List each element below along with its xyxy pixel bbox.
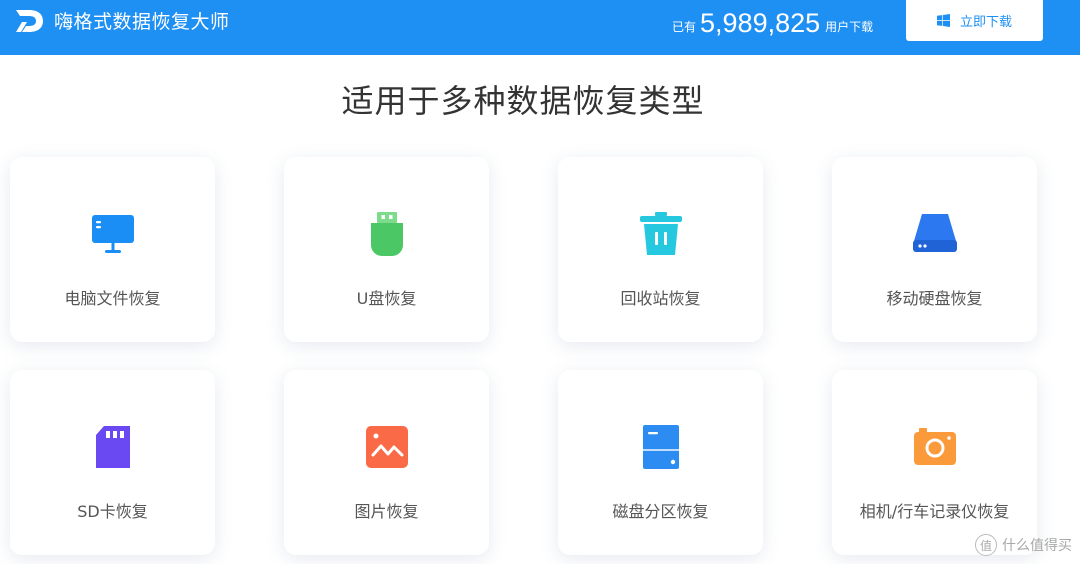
card-external-drive-recovery[interactable]: 移动硬盘恢复 bbox=[832, 157, 1037, 342]
windows-icon bbox=[936, 14, 950, 27]
card-label: U盘恢复 bbox=[356, 289, 417, 308]
watermark-text: 什么值得买 bbox=[1002, 538, 1072, 554]
card-recycle-bin-recovery[interactable]: 回收站恢复 bbox=[558, 157, 763, 342]
card-usb-recovery[interactable]: U盘恢复 bbox=[284, 157, 489, 342]
sd-card-icon bbox=[96, 426, 130, 468]
page-title: 适用于多种数据恢复类型 bbox=[341, 82, 705, 120]
download-number: 5,989,825 bbox=[700, 8, 821, 38]
download-count: 已有 5,989,825 用户下载 bbox=[672, 4, 873, 38]
card-label: 移动硬盘恢复 bbox=[886, 289, 983, 308]
card-label: 磁盘分区恢复 bbox=[612, 502, 709, 521]
camera-icon bbox=[914, 428, 956, 465]
watermark: 值 什么值得买 bbox=[975, 534, 1072, 556]
monitor-icon bbox=[92, 215, 134, 253]
usb-drive-icon bbox=[371, 212, 403, 256]
card-sd-card-recovery[interactable]: SD卡恢复 bbox=[10, 370, 215, 555]
watermark-badge: 值 bbox=[975, 534, 997, 556]
card-disk-partition-recovery[interactable]: 磁盘分区恢复 bbox=[558, 370, 763, 555]
card-pc-file-recovery[interactable]: 电脑文件恢复 bbox=[10, 157, 215, 342]
card-label: 回收站恢复 bbox=[620, 289, 701, 308]
brand-name: 嗨格式数据恢复大师 bbox=[54, 11, 230, 33]
download-prefix: 已有 bbox=[672, 20, 697, 34]
top-bar: 嗨格式数据恢复大师 已有 5,989,825 用户下载 立即下载 bbox=[0, 0, 1080, 55]
download-button-label: 立即下载 bbox=[959, 15, 1012, 30]
hard-drive-icon bbox=[913, 214, 957, 252]
card-label: 图片恢复 bbox=[354, 502, 419, 521]
card-label: SD卡恢复 bbox=[77, 502, 148, 521]
card-image-recovery[interactable]: 图片恢复 bbox=[284, 370, 489, 555]
download-now-button[interactable]: 立即下载 bbox=[906, 0, 1043, 41]
card-camera-dashcam-recovery[interactable]: 相机/行车记录仪恢复 bbox=[832, 370, 1037, 555]
disk-partition-icon bbox=[643, 425, 679, 469]
trash-bin-icon bbox=[640, 212, 682, 255]
image-icon bbox=[366, 426, 408, 468]
card-label: 相机/行车记录仪恢复 bbox=[859, 502, 1010, 521]
card-label: 电脑文件恢复 bbox=[64, 289, 161, 308]
d-logo-icon bbox=[16, 10, 43, 32]
download-suffix: 用户下载 bbox=[825, 20, 874, 34]
